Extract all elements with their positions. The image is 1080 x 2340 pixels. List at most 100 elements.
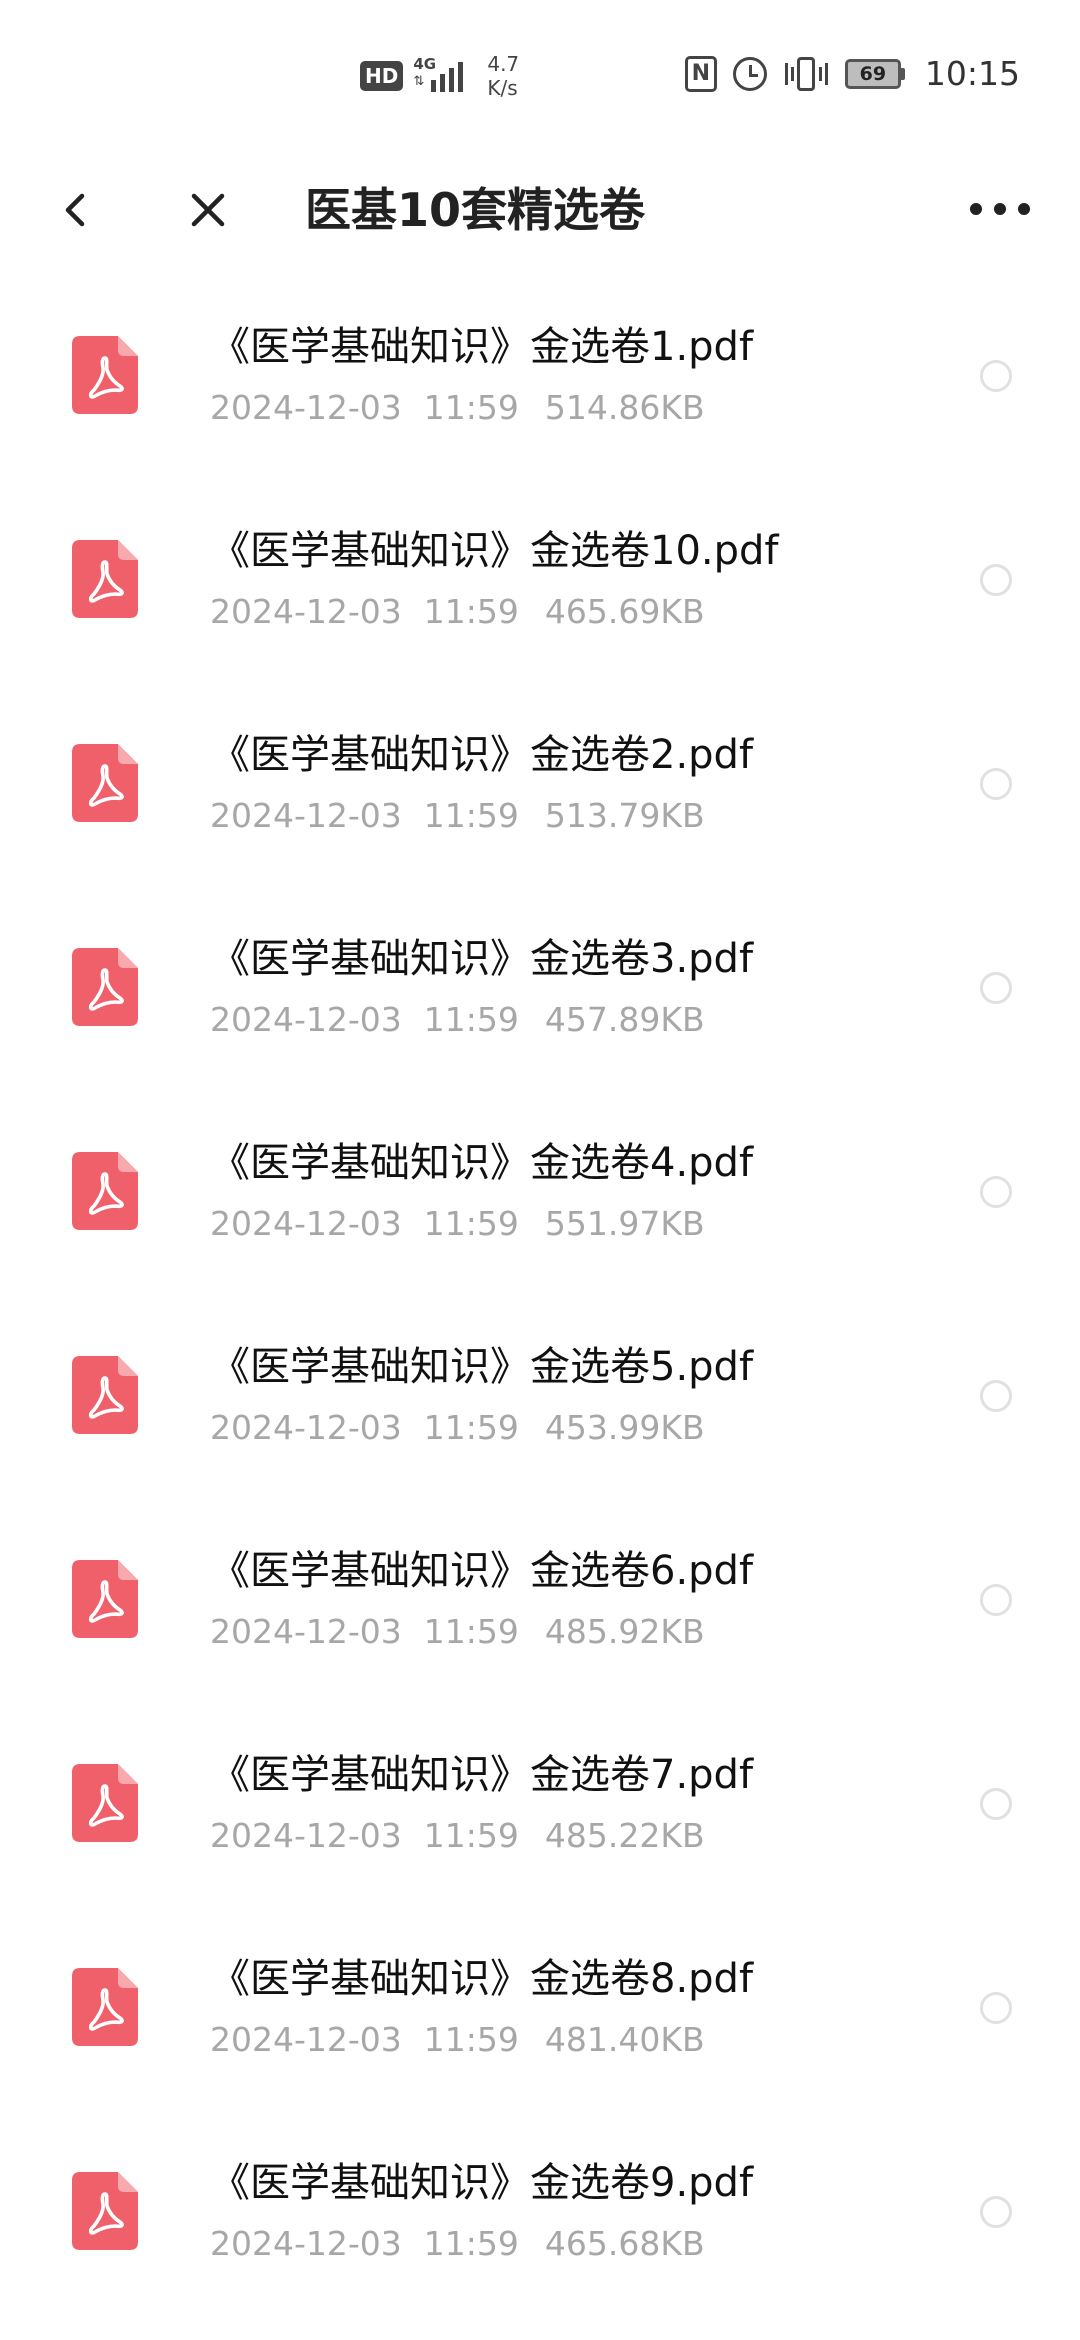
file-time: 11:59 bbox=[423, 388, 519, 427]
battery-level: 69 bbox=[844, 58, 901, 89]
file-size: 465.69KB bbox=[544, 592, 705, 631]
file-meta: 2024-12-03 11:59 514.86KB bbox=[210, 386, 705, 430]
file-date: 2024-12-03 bbox=[210, 1408, 402, 1447]
file-list-item[interactable]: 《医学基础知识》金选卷9.pdf 2024-12-03 11:59 465.68… bbox=[0, 2116, 1080, 2320]
file-name: 《医学基础知识》金选卷6.pdf bbox=[210, 1548, 754, 1594]
file-meta: 2024-12-03 11:59 465.69KB bbox=[210, 590, 705, 634]
pdf-file-icon bbox=[72, 1356, 138, 1434]
file-name: 《医学基础知识》金选卷2.pdf bbox=[210, 732, 754, 778]
page-title: 医基10套精选卷 bbox=[305, 183, 646, 237]
data-activity-icon: ⇅ bbox=[413, 74, 425, 89]
file-name: 《医学基础知识》金选卷3.pdf bbox=[210, 936, 754, 982]
chevron-left-icon[interactable] bbox=[56, 188, 100, 232]
file-size: 465.68KB bbox=[544, 2224, 705, 2263]
close-icon[interactable] bbox=[186, 188, 230, 232]
file-name: 《医学基础知识》金选卷1.pdf bbox=[210, 324, 754, 370]
network-speed-unit: K/s bbox=[487, 76, 518, 100]
status-bar-left: HD 4G ⇅ 4.7 K/s bbox=[360, 52, 519, 100]
select-radio[interactable] bbox=[980, 564, 1012, 596]
network-speed-value: 4.7 bbox=[487, 52, 520, 76]
file-name: 《医学基础知识》金选卷5.pdf bbox=[210, 1344, 754, 1390]
file-size: 551.97KB bbox=[544, 1204, 705, 1243]
alarm-icon bbox=[732, 56, 767, 91]
file-date: 2024-12-03 bbox=[210, 1000, 402, 1039]
hd-voice-icon: HD bbox=[360, 61, 404, 91]
file-list-item[interactable]: 《医学基础知识》金选卷2.pdf 2024-12-03 11:59 513.79… bbox=[0, 688, 1080, 892]
file-name: 《医学基础知识》金选卷9.pdf bbox=[210, 2160, 754, 2206]
file-meta: 2024-12-03 11:59 457.89KB bbox=[210, 998, 705, 1042]
file-meta: 2024-12-03 11:59 513.79KB bbox=[210, 794, 705, 838]
file-list-item[interactable]: 《医学基础知识》金选卷3.pdf 2024-12-03 11:59 457.89… bbox=[0, 892, 1080, 1096]
file-date: 2024-12-03 bbox=[210, 1204, 402, 1243]
file-time: 11:59 bbox=[423, 2020, 519, 2059]
file-list: 《医学基础知识》金选卷1.pdf 2024-12-03 11:59 514.86… bbox=[0, 280, 1080, 2320]
more-horizontal-icon[interactable] bbox=[970, 194, 1030, 224]
pdf-file-icon bbox=[72, 1560, 138, 1638]
file-name: 《医学基础知识》金选卷4.pdf bbox=[210, 1140, 754, 1186]
signal-bars bbox=[431, 60, 464, 92]
file-time: 11:59 bbox=[423, 2224, 519, 2263]
file-date: 2024-12-03 bbox=[210, 592, 402, 631]
select-radio[interactable] bbox=[980, 1584, 1012, 1616]
file-time: 11:59 bbox=[423, 1000, 519, 1039]
select-radio[interactable] bbox=[980, 1380, 1012, 1412]
file-date: 2024-12-03 bbox=[210, 796, 402, 835]
file-list-item[interactable]: 《医学基础知识》金选卷7.pdf 2024-12-03 11:59 485.22… bbox=[0, 1708, 1080, 1912]
file-name: 《医学基础知识》金选卷10.pdf bbox=[210, 528, 779, 574]
select-radio[interactable] bbox=[980, 2196, 1012, 2228]
file-time: 11:59 bbox=[423, 1204, 519, 1243]
select-radio[interactable] bbox=[980, 360, 1012, 392]
file-list-item[interactable]: 《医学基础知识》金选卷5.pdf 2024-12-03 11:59 453.99… bbox=[0, 1300, 1080, 1504]
select-radio[interactable] bbox=[980, 1788, 1012, 1820]
file-size: 513.79KB bbox=[544, 796, 705, 835]
file-size: 481.40KB bbox=[544, 2020, 705, 2059]
file-list-item[interactable]: 《医学基础知识》金选卷8.pdf 2024-12-03 11:59 481.40… bbox=[0, 1912, 1080, 2116]
select-radio[interactable] bbox=[980, 1176, 1012, 1208]
file-meta: 2024-12-03 11:59 485.22KB bbox=[210, 1814, 705, 1858]
status-clock: 10:15 bbox=[924, 54, 1020, 93]
file-list-item[interactable]: 《医学基础知识》金选卷10.pdf 2024-12-03 11:59 465.6… bbox=[0, 484, 1080, 688]
battery-icon: 69 bbox=[844, 58, 905, 89]
file-size: 453.99KB bbox=[544, 1408, 705, 1447]
pdf-file-icon bbox=[72, 2172, 138, 2250]
select-radio[interactable] bbox=[980, 1992, 1012, 2024]
status-bar-right: N 69 10:15 bbox=[684, 54, 1020, 93]
file-time: 11:59 bbox=[423, 1408, 519, 1447]
network-speed: 4.7 K/s bbox=[487, 52, 519, 100]
file-date: 2024-12-03 bbox=[210, 388, 402, 427]
vibrate-icon bbox=[783, 55, 829, 93]
status-bar: HD 4G ⇅ 4.7 K/s N 69 10:15 bbox=[0, 0, 1080, 150]
file-meta: 2024-12-03 11:59 465.68KB bbox=[210, 2222, 705, 2266]
file-meta: 2024-12-03 11:59 485.92KB bbox=[210, 1610, 705, 1654]
select-radio[interactable] bbox=[980, 972, 1012, 1004]
file-date: 2024-12-03 bbox=[210, 2020, 402, 2059]
file-time: 11:59 bbox=[423, 1816, 519, 1855]
cellular-signal-icon: 4G ⇅ bbox=[413, 56, 473, 96]
file-name: 《医学基础知识》金选卷7.pdf bbox=[210, 1752, 754, 1798]
file-name: 《医学基础知识》金选卷8.pdf bbox=[210, 1956, 754, 2002]
file-meta: 2024-12-03 11:59 453.99KB bbox=[210, 1406, 705, 1450]
file-time: 11:59 bbox=[423, 592, 519, 631]
file-list-item[interactable]: 《医学基础知识》金选卷4.pdf 2024-12-03 11:59 551.97… bbox=[0, 1096, 1080, 1300]
pdf-file-icon bbox=[72, 336, 138, 414]
pdf-file-icon bbox=[72, 1968, 138, 2046]
file-date: 2024-12-03 bbox=[210, 1816, 402, 1855]
title-bar: 医基10套精选卷 bbox=[0, 150, 1080, 270]
pdf-file-icon bbox=[72, 540, 138, 618]
pdf-file-icon bbox=[72, 1152, 138, 1230]
file-meta: 2024-12-03 11:59 481.40KB bbox=[210, 2018, 705, 2062]
file-size: 457.89KB bbox=[544, 1000, 705, 1039]
file-size: 485.92KB bbox=[544, 1612, 705, 1651]
file-size: 485.22KB bbox=[544, 1816, 705, 1855]
file-meta: 2024-12-03 11:59 551.97KB bbox=[210, 1202, 705, 1246]
file-list-item[interactable]: 《医学基础知识》金选卷6.pdf 2024-12-03 11:59 485.92… bbox=[0, 1504, 1080, 1708]
select-radio[interactable] bbox=[980, 768, 1012, 800]
file-time: 11:59 bbox=[423, 1612, 519, 1651]
pdf-file-icon bbox=[72, 1764, 138, 1842]
nfc-icon: N bbox=[684, 55, 717, 92]
file-date: 2024-12-03 bbox=[210, 2224, 402, 2263]
file-list-item[interactable]: 《医学基础知识》金选卷1.pdf 2024-12-03 11:59 514.86… bbox=[0, 280, 1080, 484]
pdf-file-icon bbox=[72, 744, 138, 822]
pdf-file-icon bbox=[72, 948, 138, 1026]
file-size: 514.86KB bbox=[544, 388, 705, 427]
